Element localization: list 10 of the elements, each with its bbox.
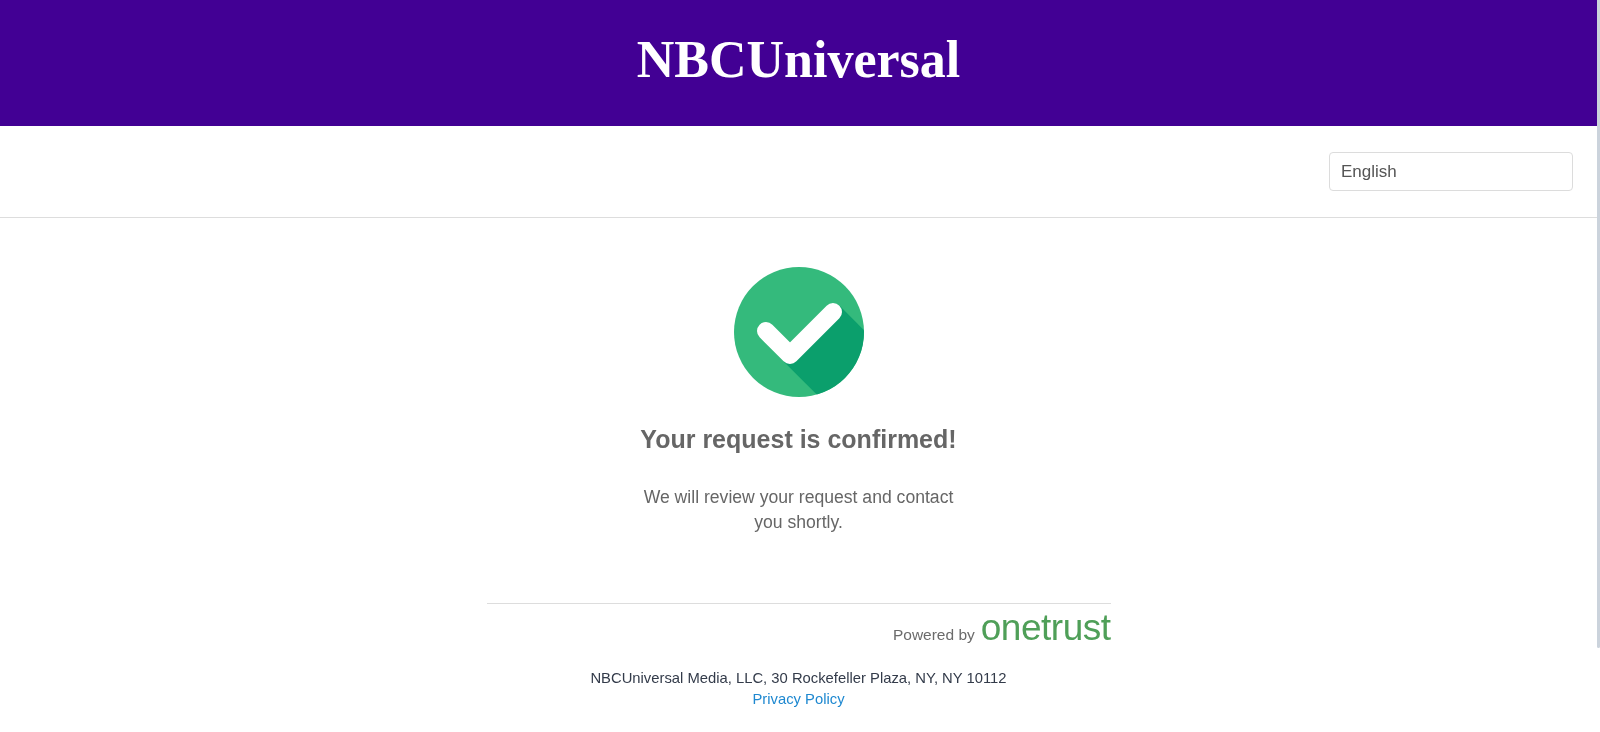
company-address: NBCUniversal Media, LLC, 30 Rockefeller Plaza, NY, NY 10112 bbox=[590, 669, 1007, 689]
scrollbar[interactable] bbox=[1597, 0, 1600, 648]
confirmation-message: We will review your request and contact you shortly. bbox=[642, 486, 955, 534]
privacy-policy-link[interactable]: Privacy Policy bbox=[752, 689, 845, 711]
confirmation-title: Your request is confirmed! bbox=[640, 424, 957, 454]
check-circle-icon bbox=[733, 267, 864, 397]
header-logo: NBCUniversal bbox=[636, 33, 961, 86]
language-select[interactable]: English bbox=[1329, 152, 1573, 191]
powered-by-label: Powered by bbox=[892, 625, 975, 645]
powered-by-logo: onetrust bbox=[980, 609, 1111, 646]
